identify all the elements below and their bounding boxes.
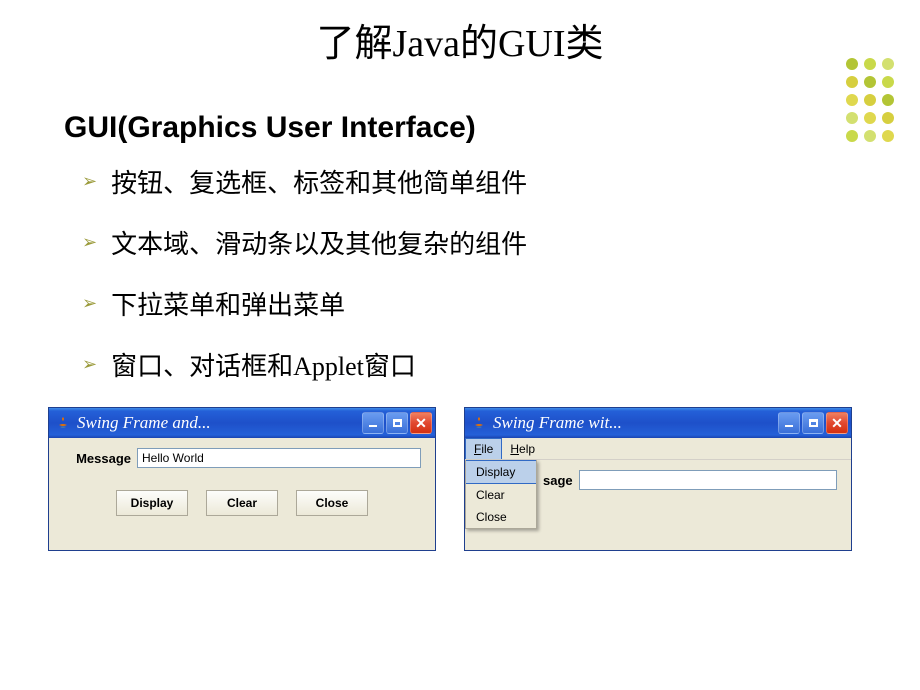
- chevron-right-icon: ➢: [82, 293, 97, 314]
- titlebar[interactable]: Swing Frame wit... ✕: [465, 408, 851, 438]
- java-icon: [55, 415, 71, 431]
- minimize-button[interactable]: [362, 412, 384, 434]
- example-window-1: Swing Frame and... ✕ Message Display Cle…: [48, 407, 436, 551]
- message-input[interactable]: [137, 448, 421, 468]
- bullet-list: ➢ 按钮、复选框、标签和其他简单组件 ➢ 文本域、滑动条以及其他复杂的组件 ➢ …: [82, 163, 920, 383]
- close-icon: ✕: [831, 416, 843, 430]
- example-window-2: Swing Frame wit... ✕ File Help Display C…: [464, 407, 852, 551]
- dropdown-item-clear[interactable]: Clear: [466, 484, 536, 506]
- bullet-text: 窗口、对话框和Applet窗口: [111, 346, 416, 383]
- subtitle: GUI(Graphics User Interface): [64, 111, 920, 145]
- chevron-right-icon: ➢: [82, 171, 97, 192]
- menu-help[interactable]: Help: [502, 438, 543, 459]
- maximize-button[interactable]: [386, 412, 408, 434]
- dropdown-item-display[interactable]: Display: [466, 460, 536, 484]
- bullet-text: 下拉菜单和弹出菜单: [111, 285, 345, 322]
- close-button[interactable]: Close: [296, 490, 368, 516]
- chevron-right-icon: ➢: [82, 354, 97, 375]
- display-button[interactable]: Display: [116, 490, 188, 516]
- decorative-dots: [846, 58, 900, 148]
- bullet-text: 文本域、滑动条以及其他复杂的组件: [111, 224, 527, 261]
- slide-title: 了解Java的GUI类: [0, 0, 920, 67]
- bullet-item: ➢ 文本域、滑动条以及其他复杂的组件: [82, 224, 920, 261]
- bullet-item: ➢ 按钮、复选框、标签和其他简单组件: [82, 163, 920, 200]
- window-title: Swing Frame and...: [77, 413, 362, 433]
- window-title: Swing Frame wit...: [493, 413, 778, 433]
- bullet-text: 按钮、复选框、标签和其他简单组件: [111, 163, 527, 200]
- minimize-button[interactable]: [778, 412, 800, 434]
- menu-file[interactable]: File: [465, 438, 502, 459]
- dropdown-item-close[interactable]: Close: [466, 506, 536, 528]
- titlebar[interactable]: Swing Frame and... ✕: [49, 408, 435, 438]
- chevron-right-icon: ➢: [82, 232, 97, 253]
- file-dropdown: Display Clear Close: [465, 460, 537, 529]
- message-input[interactable]: [579, 470, 837, 490]
- message-label-partial: sage: [543, 473, 573, 488]
- clear-button[interactable]: Clear: [206, 490, 278, 516]
- close-icon: ✕: [415, 416, 427, 430]
- java-icon: [471, 415, 487, 431]
- menubar: File Help: [465, 438, 851, 460]
- message-label: Message: [63, 451, 131, 466]
- bullet-item: ➢ 下拉菜单和弹出菜单: [82, 285, 920, 322]
- close-button[interactable]: ✕: [410, 412, 432, 434]
- close-button[interactable]: ✕: [826, 412, 848, 434]
- maximize-button[interactable]: [802, 412, 824, 434]
- bullet-item: ➢ 窗口、对话框和Applet窗口: [82, 346, 920, 383]
